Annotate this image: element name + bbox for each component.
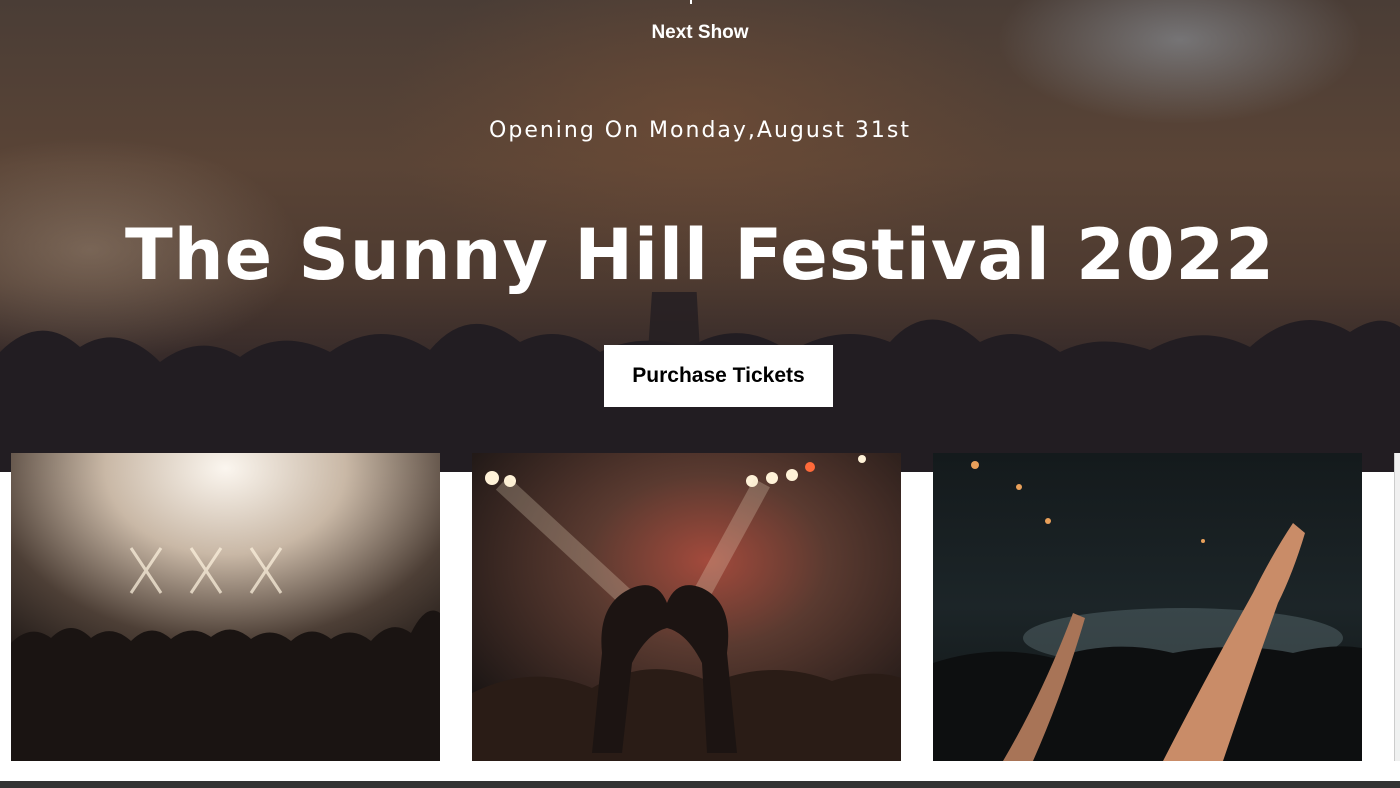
concert-stage-lights-photo[interactable] [11, 453, 440, 761]
festival-title: The Sunny Hill Festival 2022 [125, 214, 1275, 296]
photo-gallery [0, 453, 1400, 761]
next-photo-edge [1394, 453, 1400, 761]
opening-date-subtitle: Opening On Monday,August 31st [489, 118, 911, 143]
raised-hands-phones-photo[interactable] [933, 453, 1362, 761]
heart-hands-crowd-photo[interactable] [472, 453, 901, 761]
next-show-label: Next Show [651, 22, 749, 43]
hero-divider-line [690, 0, 692, 4]
hero-section: Next Show Opening On Monday,August 31st … [0, 0, 1400, 472]
purchase-tickets-button[interactable]: Purchase Tickets [604, 345, 833, 407]
footer-bar [0, 781, 1400, 788]
